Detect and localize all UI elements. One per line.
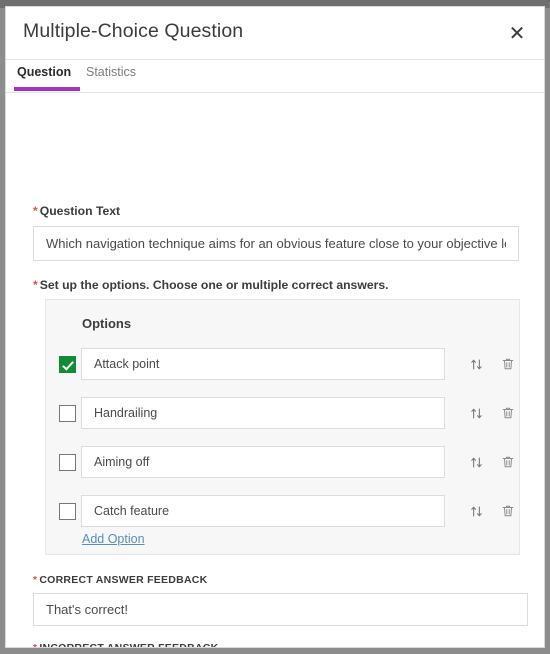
required-marker: * [33, 642, 38, 648]
sort-icon[interactable] [466, 354, 486, 374]
question-text-label-text: Question Text [39, 204, 121, 218]
tab-statistics[interactable]: Statistics [86, 65, 136, 79]
required-marker: * [33, 574, 38, 586]
trash-icon[interactable] [498, 354, 518, 374]
options-panel-title: Options [82, 316, 132, 331]
trash-icon[interactable] [498, 452, 518, 472]
page-title: Multiple-Choice Question [23, 20, 244, 42]
add-option-link[interactable]: Add Option [82, 532, 145, 546]
option-row [46, 495, 521, 527]
incorrect-feedback-label-text: INCORRECT ANSWER FEEDBACK [39, 642, 219, 648]
option-correct-checkbox[interactable] [59, 405, 76, 422]
option-text-input[interactable] [81, 348, 445, 380]
option-row [46, 348, 521, 380]
required-marker: * [33, 278, 38, 292]
correct-feedback-input[interactable] [33, 593, 528, 626]
option-correct-checkbox[interactable] [59, 454, 76, 471]
option-text-input[interactable] [81, 446, 445, 478]
options-setup-label-text: Set up the options. Choose one or multip… [39, 278, 389, 292]
sort-icon[interactable] [466, 452, 486, 472]
question-text-input[interactable] [33, 226, 519, 261]
option-correct-checkbox[interactable] [59, 356, 76, 373]
options-panel: Options Attack point Handrailing Aiming … [45, 299, 520, 555]
tab-question[interactable]: Question [17, 65, 71, 79]
option-row [46, 397, 521, 429]
active-tab-indicator [14, 87, 80, 91]
close-icon[interactable]: ✕ [503, 20, 531, 48]
correct-feedback-label-text: CORRECT ANSWER FEEDBACK [39, 574, 208, 586]
options-setup-label: * Set up the options. Choose one or multi… [33, 278, 389, 292]
trash-icon[interactable] [498, 501, 518, 521]
tab-bar: Question Statistics [6, 60, 544, 93]
sort-icon[interactable] [466, 403, 486, 423]
option-text-input[interactable] [81, 397, 445, 429]
incorrect-feedback-label: * INCORRECT ANSWER FEEDBACK [33, 642, 219, 648]
option-correct-checkbox[interactable] [59, 503, 76, 520]
option-text-input[interactable] [81, 495, 445, 527]
correct-feedback-label: * CORRECT ANSWER FEEDBACK [33, 574, 207, 586]
required-marker: * [33, 204, 38, 218]
multiple-choice-question-modal: Multiple-Choice Question ✕ Question Stat… [5, 6, 545, 648]
modal-header: Multiple-Choice Question ✕ [6, 7, 544, 60]
trash-icon[interactable] [498, 403, 518, 423]
question-text-label: * Question Text [33, 204, 120, 218]
option-row [46, 446, 521, 478]
sort-icon[interactable] [466, 501, 486, 521]
